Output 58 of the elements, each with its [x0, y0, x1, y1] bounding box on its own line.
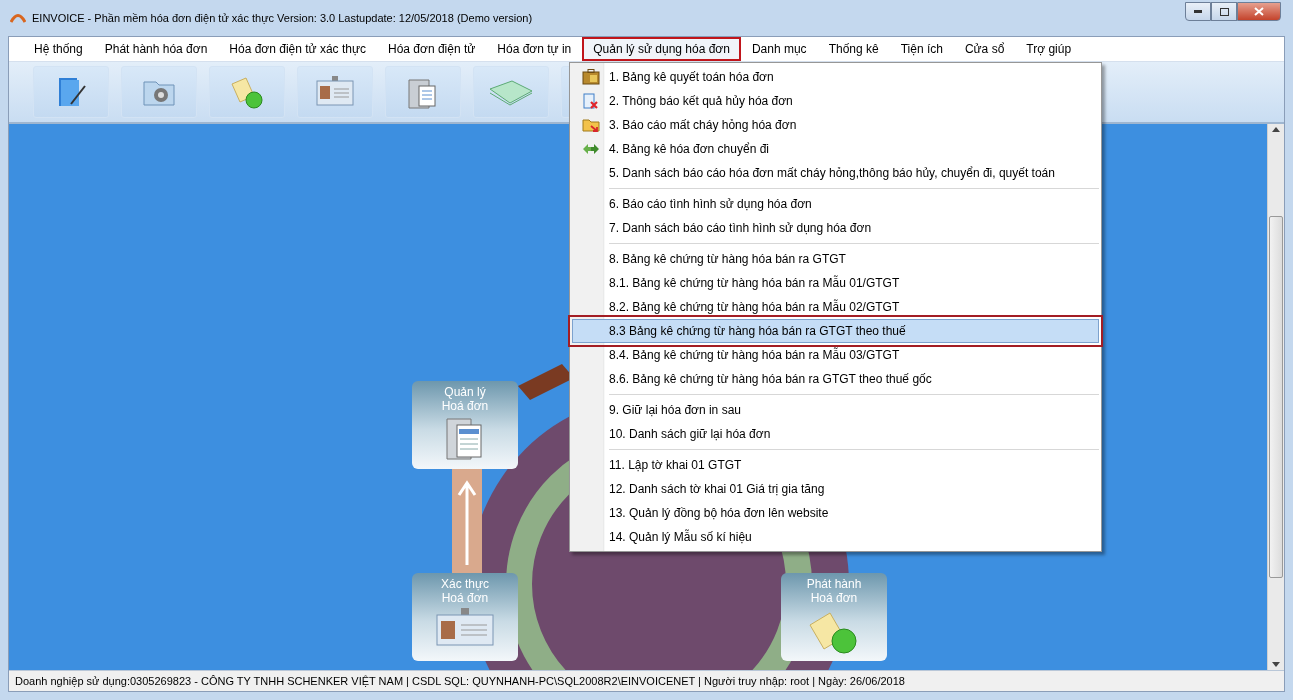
menu-item[interactable]: Thống kê: [817, 37, 890, 61]
menu-entry[interactable]: 5. Danh sách báo cáo hóa đơn mất cháy hỏng,thông báo hủy, chuyển đi, quyết toán: [572, 161, 1099, 185]
toolbar-button[interactable]: [473, 66, 549, 118]
menu-item[interactable]: Tiện ích: [889, 37, 954, 61]
scrollbar[interactable]: [1267, 124, 1284, 670]
menu-entry[interactable]: 2. Thông báo kết quả hủy hóa đơn: [572, 89, 1099, 113]
tile-label: Phát hành Hoá đơn: [805, 577, 863, 605]
paper-stack-icon: [488, 77, 534, 107]
toolbar-button[interactable]: [33, 66, 109, 118]
menu-entry[interactable]: 8.2. Bảng kê chứng từ hàng hóa bán ra Mẫu 02/GTGT: [572, 295, 1099, 319]
menu-entry[interactable]: 4. Bảng kê hóa đơn chuyển đi: [572, 137, 1099, 161]
menu-item[interactable]: Cửa sổ: [953, 37, 1016, 61]
menu-entry[interactable]: 8.6. Bảng kê chứng từ hàng hóa bán ra GTGT theo thuế gốc: [572, 367, 1099, 391]
scroll-down-icon[interactable]: [1272, 662, 1280, 667]
menu-entry[interactable]: 13. Quản lý đồng bộ hóa đơn lên website: [572, 501, 1099, 525]
menu-entry[interactable]: 11. Lập tờ khai 01 GTGT: [572, 453, 1099, 477]
menu-item[interactable]: Hệ thống: [23, 37, 94, 61]
menu-item[interactable]: Danh mục: [740, 37, 818, 61]
menu-entry[interactable]: 1. Bảng kê quyết toán hóa đơn: [572, 65, 1099, 89]
id-card-icon: [435, 607, 495, 647]
menu-entry[interactable]: 8.4. Bảng kê chứng từ hàng hóa bán ra Mẫu 03/GTGT: [572, 343, 1099, 367]
close-button[interactable]: [1237, 2, 1281, 21]
menu-item[interactable]: Hóa đơn tự in: [486, 37, 583, 61]
menu-entry[interactable]: 6. Báo cáo tình hình sử dụng hóa đơn: [572, 192, 1099, 216]
menu-item[interactable]: Phát hành hóa đơn: [93, 37, 219, 61]
arrows-icon: [582, 143, 600, 155]
menu-item[interactable]: Quản lý sử dụng hóa đơn: [582, 37, 741, 61]
toolbar-button[interactable]: [121, 66, 197, 118]
menu-entry[interactable]: 8. Bảng kê chứng từ hàng hóa bán ra GTGT: [572, 247, 1099, 271]
briefcase-icon: [582, 69, 600, 85]
tile-label: Xác thực Hoá đơn: [439, 577, 491, 605]
toolbar-button[interactable]: [297, 66, 373, 118]
app-logo-icon: [10, 13, 26, 23]
menu-item[interactable]: Trợ giúp: [1015, 37, 1083, 61]
minimize-button[interactable]: [1185, 2, 1211, 21]
toolbar-button[interactable]: [385, 66, 461, 118]
menu-item[interactable]: Hóa đơn điện tử xác thực: [218, 37, 377, 61]
folder-arrow-icon: [582, 117, 600, 133]
toolbar-button[interactable]: [209, 66, 285, 118]
document-cancel-icon: [583, 92, 599, 110]
menu-entry[interactable]: 12. Danh sách tờ khai 01 Giá trị gia tăng: [572, 477, 1099, 501]
id-card-icon: [315, 75, 355, 109]
menu-item[interactable]: Hóa đơn điện tử: [377, 37, 487, 61]
scroll-up-icon[interactable]: [1272, 127, 1280, 132]
menu-entry[interactable]: 14. Quản lý Mẫu số kí hiệu: [572, 525, 1099, 549]
maximize-button[interactable]: [1211, 2, 1237, 21]
menu-entry[interactable]: 3. Báo cáo mất cháy hỏng hóa đơn: [572, 113, 1099, 137]
close-icon: [1254, 7, 1264, 16]
status-text: Doanh nghiệp sử dụng:0305269823 - CÔNG TY TNHH SCHENKER VIỆT NAM | CSDL SQL: QUYNHANH-PC\SQL2008R2\EINVOICENET | Người truy nhập: root | Ngày: 26/06/2018: [15, 675, 905, 687]
tile-label: Quản lý Hoá đơn: [440, 385, 490, 413]
menu-entry[interactable]: 10. Danh sách giữ lại hóa đơn: [572, 422, 1099, 446]
menu-entry[interactable]: 7. Danh sách báo cáo tình hình sử dụng hóa đơn: [572, 216, 1099, 240]
menu-entry[interactable]: 9. Giữ lại hóa đơn in sau: [572, 398, 1099, 422]
window-title: EINVOICE - Phần mềm hóa đơn điện tử xác thực Version: 3.0 Lastupdate: 12/05/2018 (Demo version): [32, 12, 533, 24]
minimize-icon: [1194, 10, 1202, 13]
papers-globe-icon: [229, 74, 265, 110]
menu-entry[interactable]: 8.1. Bảng kê chứng từ hàng hóa bán ra Mẫu 01/GTGT: [572, 271, 1099, 295]
maximize-icon: [1219, 7, 1229, 16]
